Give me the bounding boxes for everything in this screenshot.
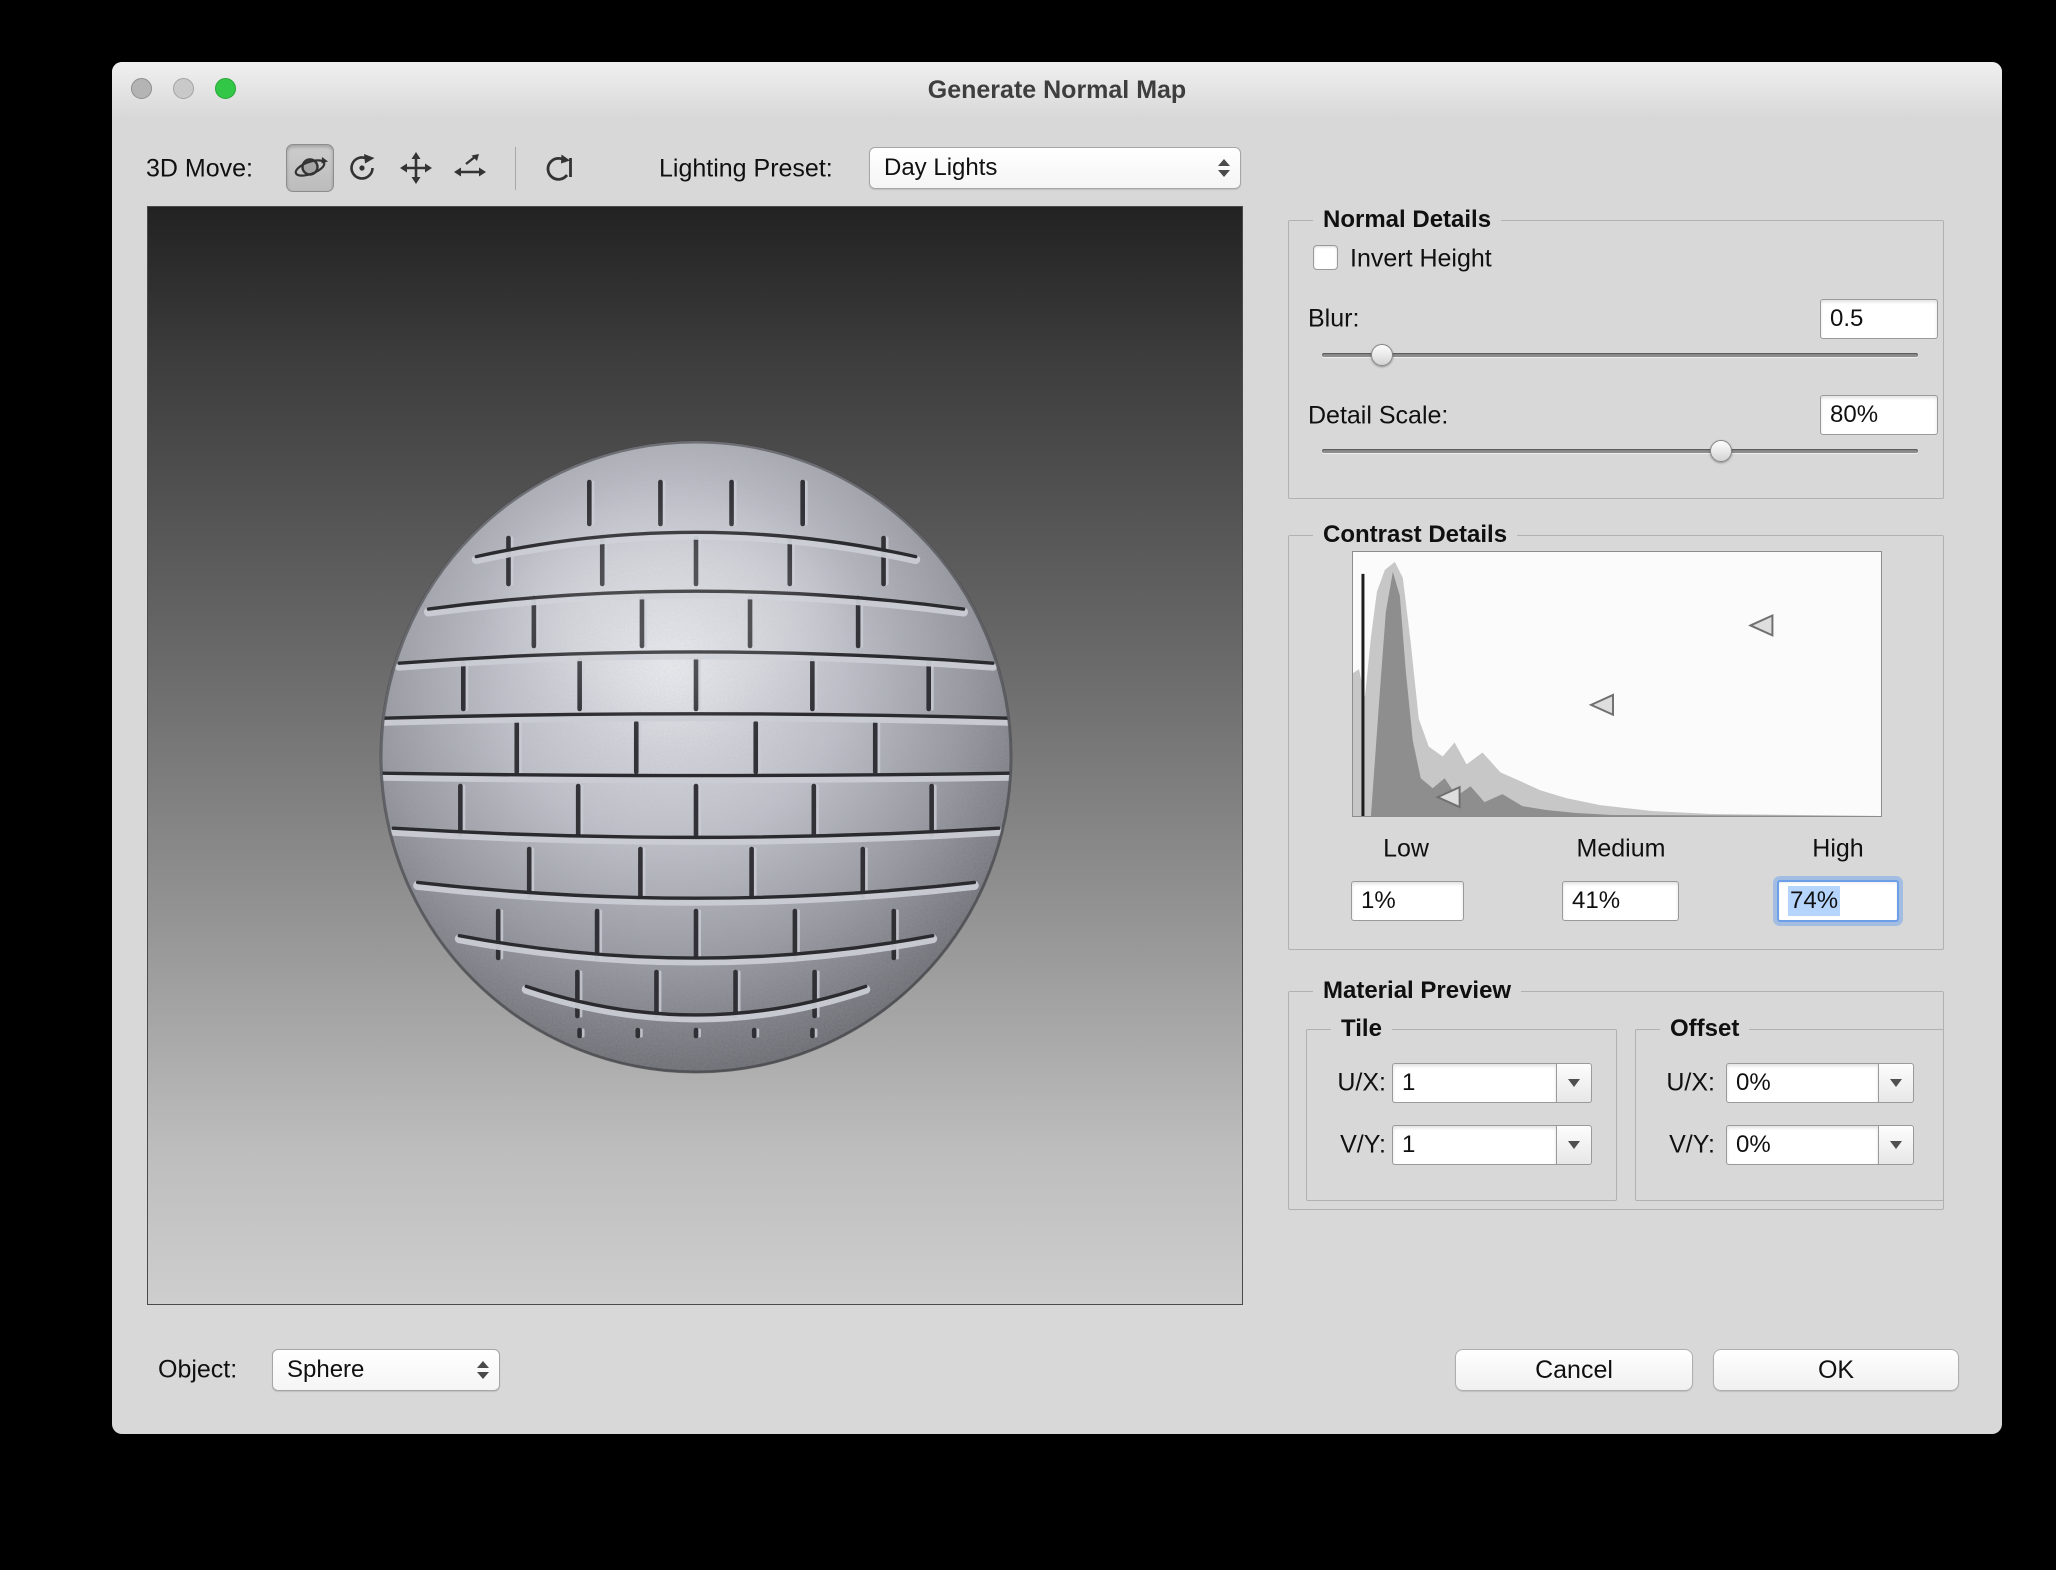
offset-ux-label: U/X: — [1645, 1069, 1715, 1098]
lighting-preset-select[interactable]: Day Lights — [869, 147, 1241, 189]
orbit-camera-icon — [292, 150, 328, 186]
detail-scale-label: Detail Scale: — [1308, 402, 1448, 431]
detail-scale-slider[interactable] — [1322, 440, 1918, 462]
offset-vy-combo — [1726, 1125, 1914, 1165]
offset-vy-dropdown-button[interactable] — [1878, 1125, 1914, 1165]
down-arrow-icon — [1568, 1141, 1580, 1149]
low-input[interactable] — [1351, 881, 1464, 921]
roll-camera-tool-button[interactable] — [338, 144, 386, 192]
blur-slider-track — [1322, 353, 1918, 357]
down-arrow-icon — [1890, 1141, 1902, 1149]
preview-canvas[interactable] — [147, 206, 1243, 1305]
high-input-selected-text: 74% — [1788, 886, 1840, 916]
medium-input[interactable] — [1562, 881, 1679, 921]
title-bar[interactable]: Generate Normal Map — [112, 62, 2002, 118]
reset-camera-icon — [540, 150, 576, 186]
pan-camera-icon — [398, 150, 434, 186]
reset-camera-button[interactable] — [534, 144, 582, 192]
medium-label: Medium — [1577, 835, 1666, 864]
slide-camera-tool-button[interactable] — [446, 144, 494, 192]
window-title: Generate Normal Map — [112, 62, 2002, 118]
down-arrow-icon — [1568, 1079, 1580, 1087]
offset-vy-label: V/Y: — [1645, 1131, 1715, 1160]
offset-ux-dropdown-button[interactable] — [1878, 1063, 1914, 1103]
popup-stepper-icon — [1218, 159, 1230, 177]
offset-group: Offset — [1635, 1029, 1944, 1201]
offset-ux-input[interactable] — [1726, 1063, 1878, 1103]
histogram-outer-area — [1353, 562, 1881, 816]
detail-scale-input[interactable] — [1820, 395, 1938, 435]
object-value: Sphere — [287, 1356, 364, 1384]
high-input[interactable]: 74% — [1777, 880, 1899, 922]
down-arrow-icon — [1890, 1079, 1902, 1087]
contrast-details-title: Contrast Details — [1313, 521, 1517, 549]
cancel-button-label: Cancel — [1535, 1356, 1613, 1385]
tile-ux-dropdown-button[interactable] — [1556, 1063, 1592, 1103]
blur-slider-thumb[interactable] — [1371, 344, 1393, 366]
offset-vy-input[interactable] — [1726, 1125, 1878, 1165]
cancel-button[interactable]: Cancel — [1455, 1349, 1693, 1391]
roll-camera-icon — [344, 150, 380, 186]
tile-ux-input[interactable] — [1392, 1063, 1556, 1103]
offset-title: Offset — [1660, 1015, 1749, 1043]
lighting-preset-value: Day Lights — [884, 154, 997, 182]
invert-height-checkbox[interactable] — [1313, 245, 1338, 270]
sphere-preview — [366, 425, 1026, 1085]
ok-button-label: OK — [1818, 1356, 1854, 1385]
tile-title: Tile — [1331, 1015, 1392, 1043]
low-label: Low — [1383, 835, 1429, 864]
object-label: Object: — [158, 1356, 237, 1385]
popup-stepper-icon — [477, 1361, 489, 1379]
tile-ux-label: U/X: — [1316, 1069, 1386, 1098]
pan-camera-tool-button[interactable] — [392, 144, 440, 192]
contrast-histogram — [1352, 551, 1882, 817]
tile-ux-combo — [1392, 1063, 1592, 1103]
toolbar-divider — [515, 147, 516, 190]
ok-button[interactable]: OK — [1713, 1349, 1959, 1391]
tile-vy-label: V/Y: — [1316, 1131, 1386, 1160]
normal-details-title: Normal Details — [1313, 206, 1501, 234]
orbit-camera-tool-button[interactable] — [286, 144, 334, 192]
blur-input[interactable] — [1820, 299, 1938, 339]
tile-vy-combo — [1392, 1125, 1592, 1165]
material-preview-title: Material Preview — [1313, 977, 1521, 1005]
tile-group: Tile — [1306, 1029, 1617, 1201]
offset-ux-combo — [1726, 1063, 1914, 1103]
generate-normal-map-dialog: Generate Normal Map 3D Move: — [112, 62, 2002, 1434]
medium-marker[interactable] — [1591, 695, 1613, 715]
detail-scale-slider-thumb[interactable] — [1710, 440, 1732, 462]
tile-vy-input[interactable] — [1392, 1125, 1556, 1165]
move-tools-label: 3D Move: — [146, 155, 253, 184]
invert-height-label[interactable]: Invert Height — [1350, 245, 1492, 274]
lighting-preset-label: Lighting Preset: — [659, 155, 833, 184]
high-label: High — [1812, 835, 1863, 864]
high-marker[interactable] — [1750, 616, 1772, 636]
blur-label: Blur: — [1308, 305, 1359, 334]
detail-scale-slider-track — [1322, 449, 1918, 453]
slide-camera-icon — [452, 150, 488, 186]
histogram-plot — [1353, 552, 1881, 816]
tile-vy-dropdown-button[interactable] — [1556, 1125, 1592, 1165]
object-select[interactable]: Sphere — [272, 1349, 500, 1391]
blur-slider[interactable] — [1322, 344, 1918, 366]
